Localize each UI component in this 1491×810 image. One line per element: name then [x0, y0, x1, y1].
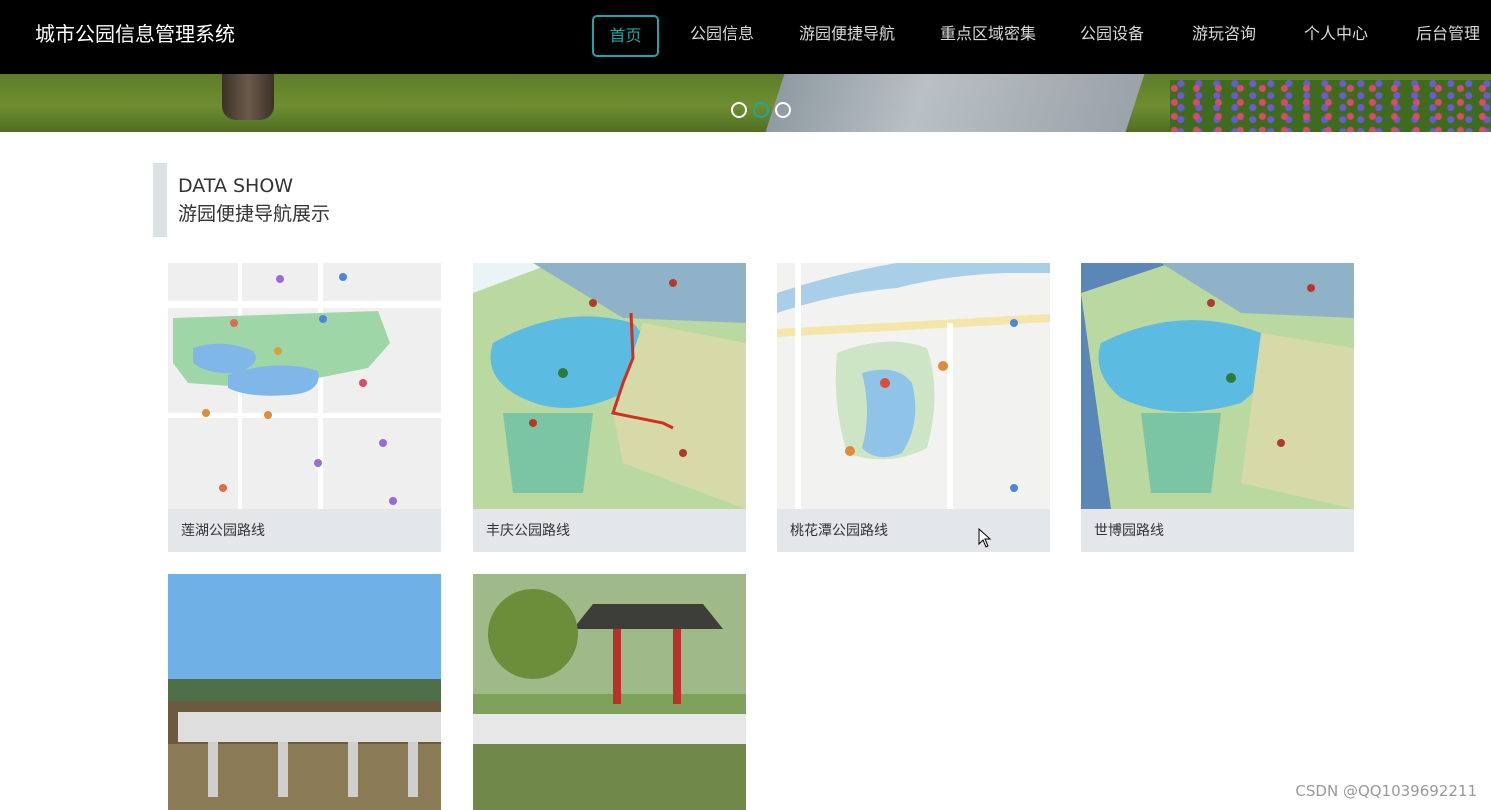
route-map-thumbnail	[473, 263, 746, 509]
watermark: CSDN @QQ1039692211	[1295, 782, 1477, 800]
route-map-thumbnail	[1081, 263, 1354, 509]
section-heading: DATA SHOW 游园便捷导航展示	[153, 163, 553, 237]
nav-item-consult[interactable]: 游玩咨询	[1192, 15, 1256, 53]
mouse-cursor-icon	[978, 528, 992, 548]
route-card-caption: 桃花潭公园路线	[790, 523, 888, 539]
route-card-caption: 世博园路线	[1094, 523, 1164, 539]
app-title[interactable]: 城市公园信息管理系统	[35, 20, 235, 48]
banner-tree-trunk	[222, 74, 274, 120]
route-card-lake-bridge-photo[interactable]	[168, 574, 441, 810]
route-map-thumbnail	[168, 263, 441, 509]
nav-item-admin[interactable]: 后台管理	[1416, 15, 1480, 53]
route-card-taohuatan[interactable]: 桃花潭公园路线	[777, 263, 1050, 552]
carousel-dot-2[interactable]	[753, 102, 769, 118]
top-navbar: 城市公园信息管理系统 首页 公园信息 游园便捷导航 重点区域密集 公园设备 游玩…	[0, 0, 1491, 74]
section-title-en: DATA SHOW	[178, 175, 294, 197]
route-card-lianhu[interactable]: 莲湖公园路线	[168, 263, 441, 552]
route-card-caption: 莲湖公园路线	[181, 523, 265, 539]
nav-item-equipment[interactable]: 公园设备	[1080, 15, 1144, 53]
nav-item-park-info[interactable]: 公园信息	[690, 15, 754, 53]
nav-item-home[interactable]: 首页	[592, 15, 659, 57]
nav-item-user-center[interactable]: 个人中心	[1304, 15, 1368, 53]
route-card-caption: 丰庆公园路线	[486, 523, 570, 539]
banner-carousel[interactable]	[0, 74, 1491, 132]
nav-item-navigation[interactable]: 游园便捷导航	[799, 15, 895, 53]
section-title-cn: 游园便捷导航展示	[178, 203, 331, 225]
route-card-pavilion-photo[interactable]	[473, 574, 746, 810]
carousel-dot-1[interactable]	[731, 102, 747, 118]
route-card-expo-garden[interactable]: 世博园路线	[1081, 263, 1354, 552]
route-card-fengqing[interactable]: 丰庆公园路线	[473, 263, 746, 552]
section-accent-bar	[153, 163, 167, 237]
route-map-thumbnail	[777, 263, 1050, 509]
nav-item-crowded-areas[interactable]: 重点区域密集	[940, 15, 1036, 53]
banner-stone-path	[765, 74, 1145, 132]
banner-flowerbed	[1170, 80, 1491, 132]
carousel-dot-3[interactable]	[775, 102, 791, 118]
